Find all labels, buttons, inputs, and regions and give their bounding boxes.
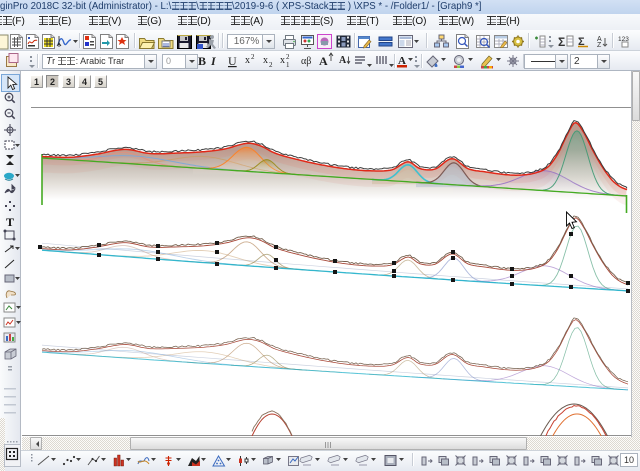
svg-text:2: 2 — [251, 53, 255, 61]
svg-text:x: x — [245, 55, 250, 66]
svg-text:2: 2 — [286, 53, 290, 61]
svg-text:x: x — [263, 55, 268, 66]
svg-text:Z: Z — [597, 42, 602, 49]
svg-text:x: x — [280, 55, 285, 66]
svg-text:A: A — [339, 55, 347, 66]
svg-text:αβ: αβ — [301, 56, 311, 67]
svg-text:1: 1 — [286, 61, 290, 69]
svg-text:I: I — [210, 54, 217, 68]
svg-text:2: 2 — [269, 61, 273, 69]
svg-text:B: B — [198, 54, 206, 68]
svg-text:Σ: Σ — [558, 35, 565, 49]
svg-text:U: U — [228, 54, 237, 68]
svg-text:A: A — [319, 54, 328, 68]
svg-text:T: T — [6, 215, 14, 229]
